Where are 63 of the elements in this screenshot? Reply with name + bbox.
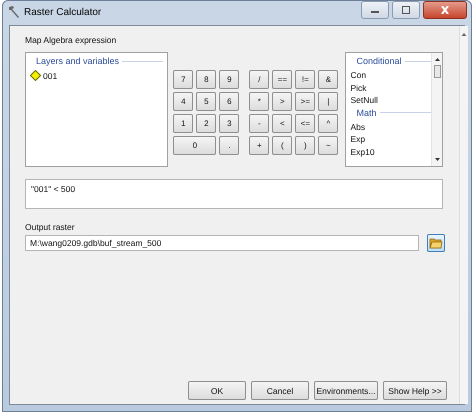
key-button[interactable]: / — [249, 70, 270, 89]
key-button[interactable]: < — [272, 114, 292, 133]
key-button[interactable]: <= — [295, 114, 316, 133]
minimize-button[interactable] — [361, 1, 389, 19]
output-field[interactable]: M:\wang0209.gdb\buf_stream_500 — [25, 235, 419, 251]
function-item[interactable]: SetNull — [350, 94, 431, 106]
function-item[interactable]: Abs — [350, 120, 431, 133]
key-button[interactable]: ) — [295, 136, 316, 155]
function-item[interactable]: Exp — [350, 133, 431, 146]
key-button[interactable]: & — [318, 70, 338, 89]
expression-label: Map Algebra expression — [25, 35, 118, 45]
key-button[interactable]: 4 — [173, 92, 194, 111]
maximize-icon — [401, 6, 411, 14]
expression-field[interactable]: "001" < 500 — [25, 179, 443, 209]
output-label: Output raster — [25, 222, 76, 232]
key-button[interactable]: . — [219, 136, 240, 155]
scrollbar[interactable] — [459, 26, 468, 404]
key-button[interactable]: ~ — [318, 136, 338, 155]
close-icon — [440, 6, 450, 14]
folder-icon — [429, 237, 443, 249]
key-button[interactable]: | — [318, 92, 338, 111]
key-button[interactable]: * — [249, 92, 270, 111]
close-button[interactable] — [423, 1, 467, 19]
key-button[interactable]: != — [295, 70, 316, 89]
browse-button[interactable] — [427, 234, 445, 252]
dialog-button[interactable]: Environments... — [314, 381, 378, 400]
key-button[interactable]: 1 — [173, 114, 194, 133]
key-button[interactable]: 0 — [173, 136, 216, 155]
function-item[interactable]: Exp10 — [350, 146, 431, 158]
diamond-icon — [30, 70, 41, 81]
key-button[interactable]: 6 — [219, 92, 240, 111]
window-title: Raster Calculator — [24, 6, 102, 18]
dialog-button[interactable]: Show Help >> — [383, 381, 447, 400]
function-list[interactable]: Conditional Con Pick SetNull Math Abs Exp Exp10 — [345, 52, 443, 167]
key-button[interactable]: >= — [295, 92, 316, 111]
dialog-button[interactable]: Cancel — [251, 381, 309, 400]
layers-list[interactable]: Layers and variables 001 — [25, 52, 168, 167]
scroll-thumb[interactable] — [434, 65, 440, 78]
up-arrow-icon[interactable] — [460, 31, 468, 37]
layer-item[interactable]: 001 — [30, 70, 164, 81]
key-button[interactable]: > — [272, 92, 292, 111]
key-button[interactable]: + — [249, 136, 270, 155]
key-button[interactable]: 7 — [173, 70, 194, 89]
key-button[interactable]: 5 — [196, 92, 216, 111]
key-button[interactable]: 9 — [219, 70, 240, 89]
hammer-icon — [7, 5, 21, 19]
up-arrow-icon[interactable] — [432, 56, 442, 62]
key-button[interactable]: - — [249, 114, 270, 133]
maximize-button[interactable] — [392, 1, 420, 19]
function-item[interactable]: Con — [350, 69, 431, 82]
group-heading: Conditional — [356, 56, 402, 66]
group-heading: Layers and variables — [36, 56, 120, 66]
function-item[interactable]: Pick — [350, 82, 431, 94]
scrollbar[interactable] — [431, 53, 442, 166]
key-button[interactable]: 2 — [196, 114, 216, 133]
key-button[interactable]: ( — [272, 136, 292, 155]
group-heading: Math — [356, 108, 376, 118]
key-button[interactable]: == — [272, 70, 292, 89]
key-button[interactable]: ^ — [318, 114, 338, 133]
dialog-button[interactable]: OK — [188, 381, 246, 400]
key-button[interactable]: 3 — [219, 114, 240, 133]
key-button[interactable]: 8 — [196, 70, 216, 89]
down-arrow-icon[interactable] — [432, 157, 442, 163]
